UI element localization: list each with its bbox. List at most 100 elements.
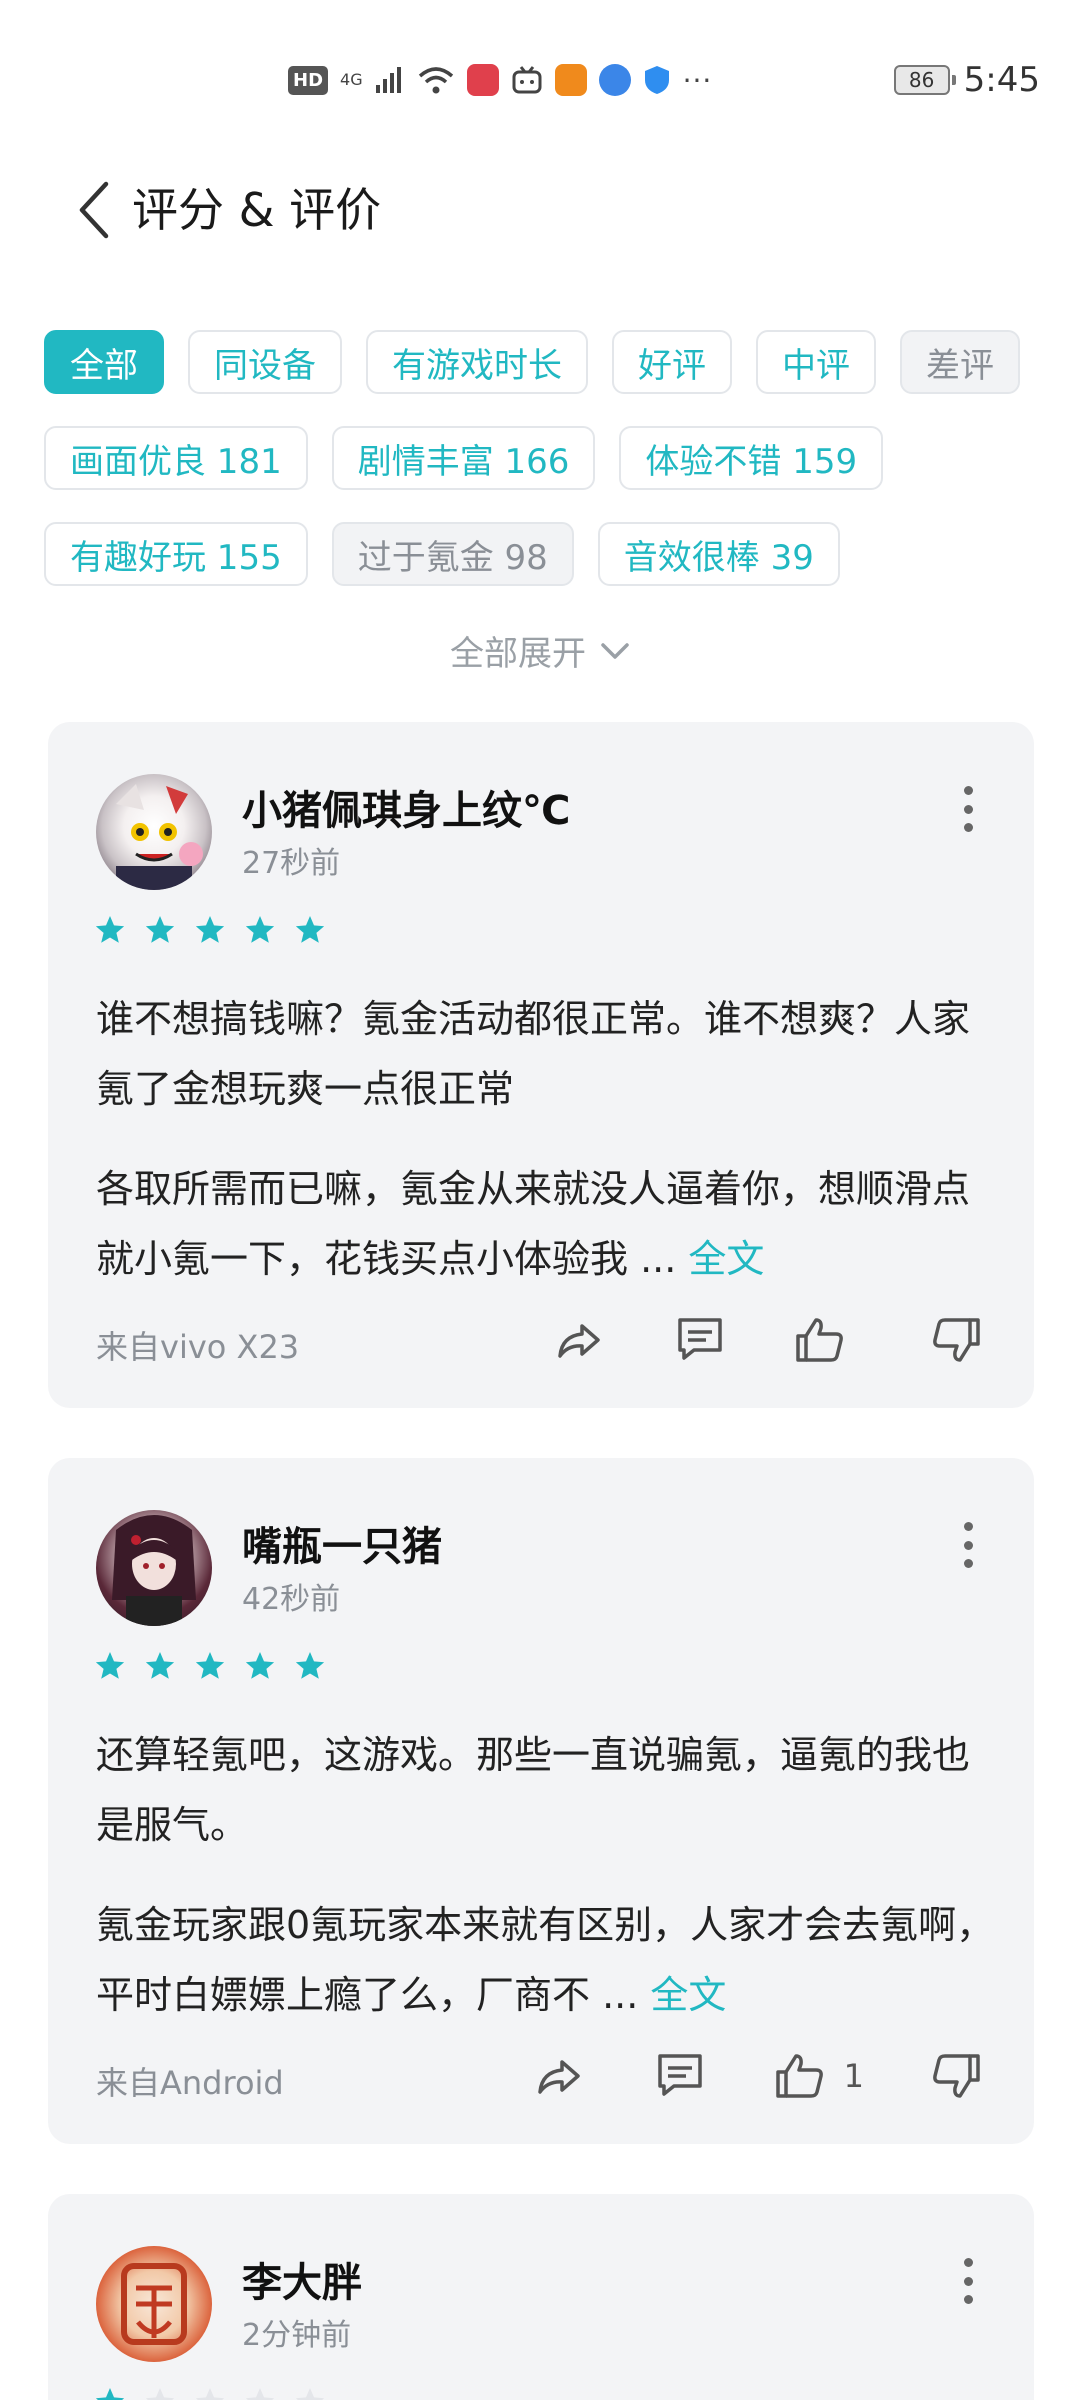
dislike-button[interactable] <box>928 2048 984 2104</box>
star-empty-icon <box>295 2388 325 2400</box>
thumbs-down-icon <box>933 2054 980 2098</box>
filter-neutral[interactable]: 中评 <box>756 330 876 394</box>
review-body[interactable]: 各取所需而已嘛，氪金从来就没人逼着你，想顺滑点就小氪一下，花钱买点小体验我 ..… <box>96 1154 996 1294</box>
full-text-link[interactable]: 全文 <box>650 1973 726 2017</box>
review-actions: 1 <box>468 2048 984 2104</box>
review-body-text: 各取所需而已嘛，氪金从来就没人逼着你，想顺滑点就小氪一下，花钱买点小体验我 ..… <box>96 1167 971 1281</box>
more-options-icon[interactable] <box>960 2258 976 2304</box>
full-text-link[interactable]: 全文 <box>688 1237 764 1281</box>
review-username[interactable]: 嘴瓶一只猪 <box>242 1514 442 1572</box>
header: 评分 & 评价 <box>0 160 1080 260</box>
thumbs-up-icon <box>775 2054 823 2098</box>
bilibili-icon <box>512 66 542 94</box>
reader-app-icon <box>466 64 499 96</box>
network-type: 4G <box>340 70 363 89</box>
rating-stars <box>94 914 326 946</box>
review-device: 来自Android <box>96 2064 284 2102</box>
signal-icon <box>375 67 401 93</box>
star-icon <box>195 1652 225 1679</box>
review-actions <box>488 1312 984 1368</box>
share-button[interactable] <box>532 2048 588 2104</box>
share-button[interactable] <box>552 1312 608 1368</box>
star-icon <box>145 1652 175 1679</box>
star-empty-icon <box>195 2388 225 2400</box>
clock: 5:45 <box>963 60 1040 100</box>
shield-icon <box>644 66 669 94</box>
star-icon <box>95 916 125 943</box>
rating-stars <box>94 2386 326 2400</box>
battery-icon: 86 <box>893 65 956 95</box>
star-icon <box>95 2388 125 2400</box>
page-title: 评分 & 评价 <box>132 183 382 237</box>
share-icon <box>558 1324 600 1358</box>
battery-level: 86 <box>908 68 935 92</box>
review-title: 谁不想搞钱嘛？氪金活动都很正常。谁不想爽？人家氪了金想玩爽一点很正常 <box>96 997 971 1111</box>
tag-graphics[interactable]: 画面优良 181 <box>44 426 308 490</box>
filter-all[interactable]: 全部 <box>44 330 164 394</box>
review-title: 还算轻氪吧，这游戏。那些一直说骗氪，逼氪的我也是服气。 <box>96 1733 971 1847</box>
star-empty-icon <box>245 2388 275 2400</box>
comment-icon <box>678 1318 722 1360</box>
review-username[interactable]: 李大胖 <box>242 2250 362 2308</box>
like-count: 1 <box>843 2057 864 2095</box>
review-device: 来自vivo X23 <box>96 1328 300 1366</box>
avatar[interactable] <box>96 1510 212 1626</box>
star-icon <box>145 916 175 943</box>
thumbs-up-icon <box>796 1318 843 1362</box>
filter-playtime[interactable]: 有游戏时长 <box>366 330 588 394</box>
video-app-icon <box>554 64 587 96</box>
like-button[interactable] <box>792 1312 864 1368</box>
tag-fun[interactable]: 有趣好玩 155 <box>44 522 308 586</box>
hd-badge: HD <box>288 65 329 95</box>
thumbs-down-icon <box>933 1318 980 1362</box>
star-icon <box>245 1652 275 1679</box>
rating-stars <box>94 1650 326 1682</box>
expand-all-label: 全部展开 <box>450 634 586 674</box>
review-card: 李大胖 2分钟前 <box>48 2194 1034 2400</box>
comment-button[interactable] <box>672 1312 728 1368</box>
expand-all-button[interactable]: 全部展开 <box>0 626 1080 675</box>
star-icon <box>245 916 275 943</box>
filter-row-tags-1: 画面优良 181 剧情丰富 166 体验不错 159 <box>44 426 1044 490</box>
filter-negative[interactable]: 差评 <box>900 330 1020 394</box>
tag-sound[interactable]: 音效很棒 39 <box>597 522 840 586</box>
like-button[interactable]: 1 <box>772 2048 864 2104</box>
avatar[interactable] <box>96 2246 212 2362</box>
review-time: 27秒前 <box>242 846 341 881</box>
back-arrow-icon <box>79 181 109 239</box>
status-right: 86 5:45 <box>893 58 1040 102</box>
more-options-icon[interactable] <box>960 786 976 832</box>
review-card: 小猪佩琪身上纹℃ 27秒前 谁不想搞钱嘛？氪金活动都很正常。谁不想爽？人家氪了金… <box>48 722 1034 1408</box>
star-icon <box>95 1652 125 1679</box>
comment-button[interactable] <box>652 2048 708 2104</box>
filter-row-basic: 全部 同设备 有游戏时长 好评 中评 差评 <box>44 330 1044 394</box>
star-empty-icon <box>145 2388 175 2400</box>
back-button[interactable] <box>64 180 124 240</box>
review-time: 2分钟前 <box>242 2318 352 2353</box>
status-bar: HD 4G ··· 86 5:45 <box>0 0 1080 160</box>
review-card: 嘴瓶一只猪 42秒前 还算轻氪吧，这游戏。那些一直说骗氪，逼氪的我也是服气。 氪… <box>48 1458 1034 2144</box>
status-icons: HD 4G ··· <box>288 58 712 102</box>
browser-app-icon <box>598 64 631 96</box>
filter-chips: 全部 同设备 有游戏时长 好评 中评 差评 画面优良 181 剧情丰富 166 … <box>44 330 1044 618</box>
review-body[interactable]: 氪金玩家跟0氪玩家本来就有区别，人家才会去氪啊，平时白嫖嫖上瘾了么，厂商不 ..… <box>96 1890 996 2030</box>
review-time: 42秒前 <box>242 1582 341 1617</box>
review-username[interactable]: 小猪佩琪身上纹℃ <box>242 778 570 836</box>
star-icon <box>295 1652 325 1679</box>
tag-pay-to-win[interactable]: 过于氪金 98 <box>331 522 574 586</box>
tag-story[interactable]: 剧情丰富 166 <box>331 426 596 490</box>
star-icon <box>195 916 225 943</box>
review-body-text: 氪金玩家跟0氪玩家本来就有区别，人家才会去氪啊，平时白嫖嫖上瘾了么，厂商不 ..… <box>96 1903 995 2017</box>
tag-experience[interactable]: 体验不错 159 <box>619 426 884 490</box>
share-icon <box>537 2060 580 2094</box>
filter-positive[interactable]: 好评 <box>612 330 732 394</box>
dislike-button[interactable] <box>928 1312 984 1368</box>
comment-icon <box>657 2054 702 2096</box>
star-icon <box>295 916 325 943</box>
more-options-icon[interactable] <box>960 1522 976 1568</box>
more-notifications-icon: ··· <box>682 63 713 97</box>
filter-same-device[interactable]: 同设备 <box>188 330 342 394</box>
filter-row-tags-2: 有趣好玩 155 过于氪金 98 音效很棒 39 <box>44 522 1044 586</box>
wifi-icon <box>418 67 453 94</box>
avatar[interactable] <box>96 774 212 890</box>
